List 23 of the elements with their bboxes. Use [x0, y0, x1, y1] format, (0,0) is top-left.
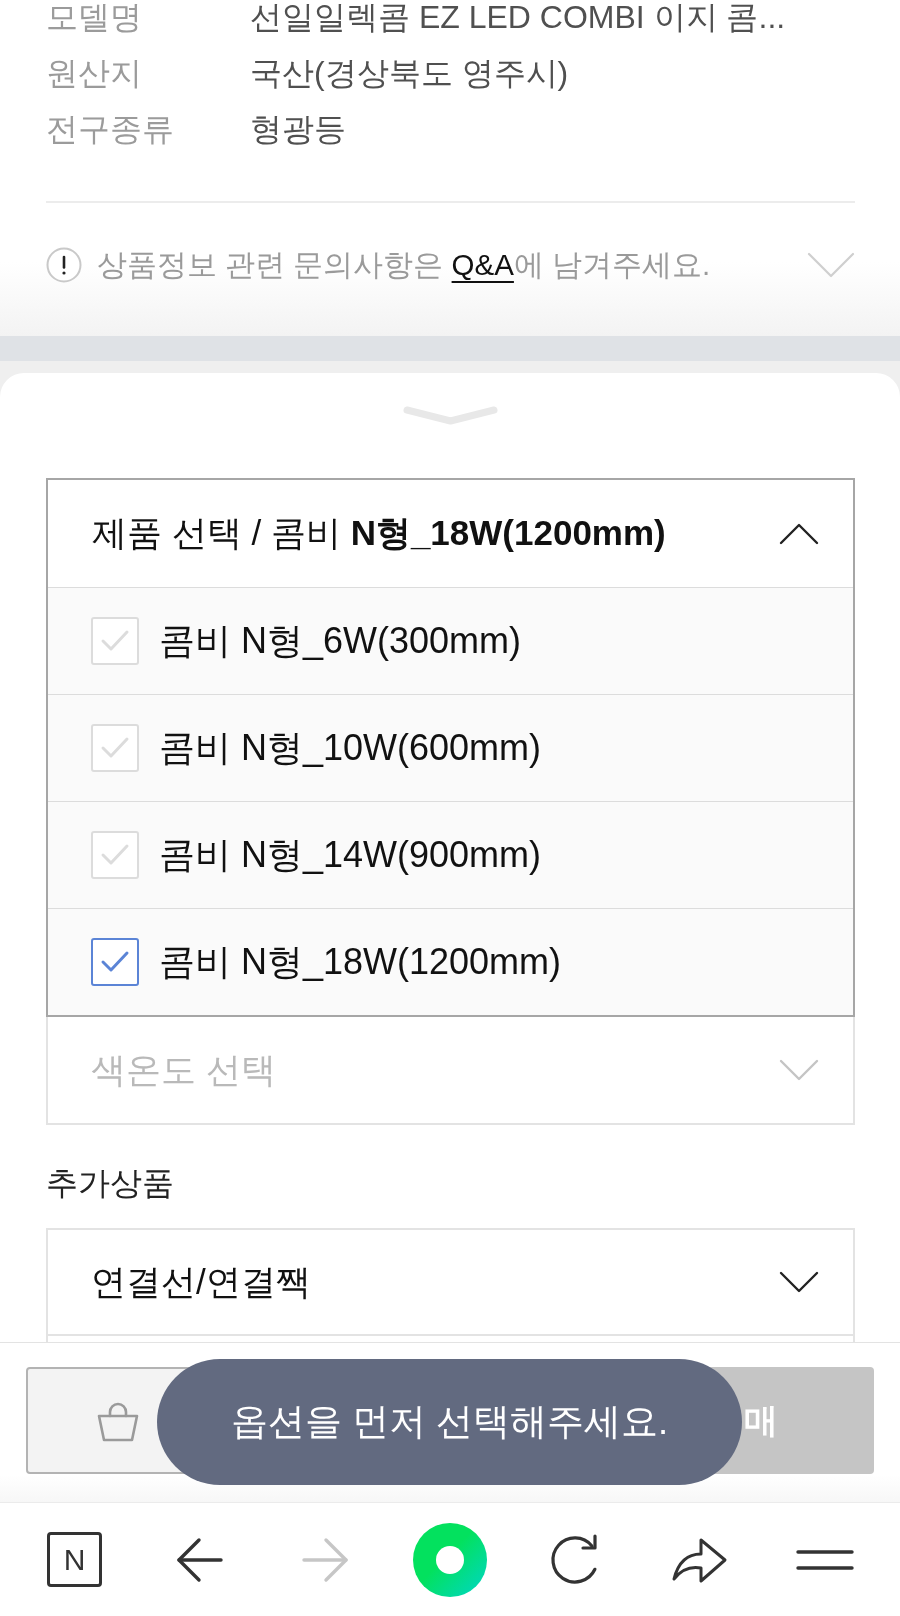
spec-label: 전구종류	[46, 110, 175, 149]
home-button[interactable]: N	[47, 1532, 102, 1587]
dropdown-header[interactable]: 제품 선택 / 콤비 N형_18W(1200mm)	[48, 480, 853, 587]
section-label: 추가상품	[46, 1164, 175, 1203]
checkbox[interactable]	[91, 938, 139, 986]
ring-icon[interactable]	[412, 1522, 487, 1597]
menu-icon[interactable]	[795, 1548, 854, 1571]
option-item[interactable]: 콤비 N형_18W(1200mm)	[48, 908, 853, 1015]
exclamation-icon	[46, 247, 82, 283]
chevron-down-icon[interactable]	[779, 1271, 819, 1293]
addon-select[interactable]: 연결선/연결짹	[46, 1228, 855, 1336]
message-toast: 옵션을 먼저 선택해주세요.	[157, 1359, 742, 1485]
spec-value: 형광등	[250, 110, 346, 149]
option-item[interactable]: 콤비 N형_10W(600mm)	[48, 694, 853, 801]
option-item[interactable]: 콤비 N형_14W(900mm)	[48, 801, 853, 908]
spec-value: 국산(경상북도 영주시)	[250, 54, 569, 93]
option-item[interactable]: 콤비 N형_6W(300mm)	[48, 587, 853, 694]
chevron-up-icon[interactable]	[779, 522, 819, 545]
spec-value: 선일일렉콤 EZ LED COMBI 이지 콤...	[250, 0, 786, 37]
qa-link[interactable]: Q&A	[451, 247, 514, 281]
spec-label: 원산지	[46, 54, 143, 93]
spec-label: 모델명	[46, 0, 143, 37]
notice-text: 상품정보 관련 문의사항은 Q&A에 남겨주세요.	[97, 246, 711, 283]
